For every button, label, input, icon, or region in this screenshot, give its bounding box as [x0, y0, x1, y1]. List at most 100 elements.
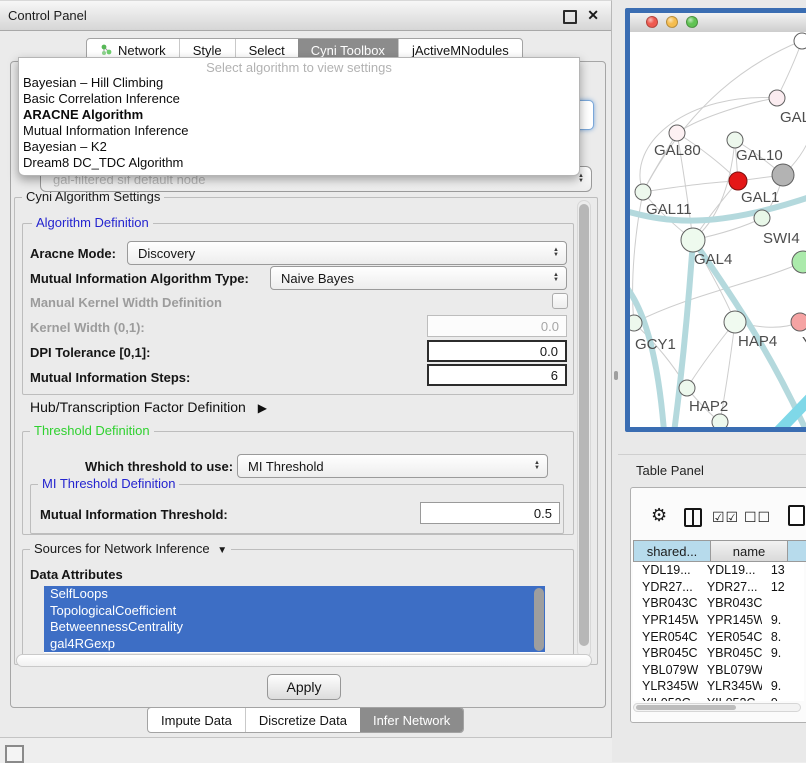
network-node-gal80[interactable] [669, 125, 685, 141]
network-node[interactable] [712, 414, 728, 427]
table-cell: YIL052C [633, 696, 698, 701]
table-cell: YDL19... [698, 563, 762, 577]
network-node[interactable] [792, 251, 806, 273]
panel-divider-handle[interactable] [614, 371, 618, 380]
mac-minimize-button[interactable] [666, 16, 678, 28]
dpi-tolerance-field[interactable]: 0.0 [427, 340, 567, 362]
network-node-gal10[interactable] [727, 132, 743, 148]
table-row[interactable]: YIL052CYIL052C9. [633, 695, 804, 701]
sources-group-title[interactable]: Sources for Network Inference ▼ [30, 541, 231, 556]
manual-kernel-label: Manual Kernel Width Definition [30, 295, 222, 310]
table-row[interactable]: YPR145WYPR145W9. [633, 612, 804, 629]
network-canvas[interactable]: GALGAL80GAL10GAL1GAL11SWI4GAL4GCY1HAP4YH… [630, 32, 806, 427]
table-body: YDL19...YDL19...13YDR27...YDR27...12YBR0… [633, 562, 804, 701]
hub-definition-label: Hub/Transcription Factor Definition [30, 399, 246, 415]
network-node[interactable] [794, 33, 806, 49]
table-cell: 8. [762, 630, 804, 644]
table-row[interactable]: YBL079WYBL079W [633, 662, 804, 679]
node-label-y: Y [802, 334, 806, 351]
settings-hscrollbar[interactable] [16, 654, 592, 667]
mi-threshold-label: Mutual Information Threshold: [40, 507, 228, 522]
mi-type-label: Mutual Information Algorithm Type: [30, 271, 249, 286]
data-attributes-list[interactable]: SelfLoopsTopologicalCoefficientBetweenne… [44, 586, 545, 653]
node-label-gal80: GAL80 [654, 142, 701, 159]
aracne-mode-combo[interactable]: Discovery ▲▼ [127, 241, 567, 265]
network-node-gal4[interactable] [681, 228, 705, 252]
node-label-hap4: HAP4 [738, 333, 777, 350]
settings-vscrollbar-thumb[interactable] [579, 204, 589, 646]
cyni-bottom-tabs: Impute Data Discretize Data Infer Network [147, 707, 464, 733]
attribute-item-topologicalcoefficient[interactable]: TopologicalCoefficient [44, 603, 545, 620]
node-label-gal10: GAL10 [736, 147, 783, 164]
table-cell: YBR043C [698, 596, 762, 610]
column-header-name[interactable]: name [711, 540, 788, 562]
table-cell: YBL079W [633, 663, 698, 677]
bottom-tab-discretize-data[interactable]: Discretize Data [245, 708, 360, 732]
algorithm-item-dream8-dc-tdc-algorithm[interactable]: Dream8 DC_TDC Algorithm [19, 155, 579, 171]
select-all-checkboxes-icon[interactable]: ☑☑ [712, 509, 739, 526]
network-node-y[interactable] [791, 313, 806, 331]
table-cell: YDL19... [633, 563, 698, 577]
column-layout-icon[interactable] [684, 508, 702, 527]
algorithm-item-basic-correlation-inference[interactable]: Basic Correlation Inference [19, 91, 579, 107]
bottom-tab-discretize-data-label: Discretize Data [259, 713, 347, 728]
which-threshold-combo[interactable]: MI Threshold ▲▼ [237, 454, 548, 478]
network-node-hap4[interactable] [724, 311, 746, 333]
table-row[interactable]: YDR27...YDR27...12 [633, 579, 804, 596]
table-row[interactable]: YBR045CYBR045C9. [633, 645, 804, 662]
mac-close-button[interactable] [646, 16, 658, 28]
attribute-item-selfloops[interactable]: SelfLoops [44, 586, 545, 603]
attributes-scrollbar[interactable] [534, 588, 544, 651]
kernel-width-field[interactable]: 0.0 [427, 315, 567, 337]
control-panel-titlebar: Control Panel ✕ [0, 1, 611, 31]
apply-button[interactable]: Apply [267, 674, 341, 700]
hub-definition-expander[interactable]: Hub/Transcription Factor Definition ▶ [30, 399, 267, 415]
mi-steps-label: Mutual Information Steps: [30, 370, 190, 385]
kernel-width-label: Kernel Width (0,1): [30, 320, 145, 335]
table-row[interactable]: YLR345WYLR345W9. [633, 678, 804, 695]
mac-zoom-button[interactable] [686, 16, 698, 28]
deselect-checkboxes-icon[interactable]: ☐☐ [744, 509, 771, 526]
table-cell: YBR043C [633, 596, 698, 610]
column-header-2[interactable] [788, 540, 806, 562]
table-cell: YIL052C [698, 696, 762, 701]
mi-threshold-field[interactable]: 0.5 [420, 502, 560, 524]
docked-panel-icon[interactable] [5, 745, 24, 763]
table-row[interactable]: YER054CYER054C8. [633, 628, 804, 645]
network-node-gcy1[interactable] [630, 315, 642, 331]
table-hscrollbar-thumb[interactable] [636, 705, 736, 710]
float-window-icon[interactable] [563, 10, 577, 24]
close-panel-icon[interactable]: ✕ [587, 7, 599, 24]
gear-icon[interactable]: ⚙ [651, 505, 667, 526]
which-threshold-label: Which threshold to use: [85, 459, 233, 474]
document-icon[interactable] [788, 505, 805, 526]
network-node-gal1[interactable] [729, 172, 747, 190]
attribute-item-betweennesscentrality[interactable]: BetweennessCentrality [44, 619, 545, 636]
table-cell: YBR045C [698, 646, 762, 660]
mi-type-combo[interactable]: Naive Bayes ▲▼ [270, 266, 567, 290]
column-header-shared[interactable]: shared... [633, 540, 711, 562]
node-label-gcy1: GCY1 [635, 336, 676, 353]
algorithm-selection-popup: Select algorithm to view settings Bayesi… [18, 57, 580, 176]
algorithm-item-mutual-information-inference[interactable]: Mutual Information Inference [19, 123, 579, 139]
combo-stepper-icon: ▲▼ [534, 461, 540, 471]
network-graph: GALGAL80GAL10GAL1GAL11SWI4GAL4GCY1HAP4YH… [630, 32, 806, 427]
bottom-tab-infer-network[interactable]: Infer Network [360, 708, 463, 732]
table-header: shared...name [633, 540, 806, 562]
table-row[interactable]: YDL19...YDL19...13 [633, 562, 804, 579]
network-node-gal[interactable] [769, 90, 785, 106]
table-row[interactable]: YBR043CYBR043C [633, 595, 804, 612]
mi-steps-field[interactable]: 6 [427, 364, 567, 386]
network-node-gal11[interactable] [635, 184, 651, 200]
network-node-swi4[interactable] [754, 210, 770, 226]
algorithm-item-bayesian-hill-climbing[interactable]: Bayesian – Hill Climbing [19, 75, 579, 91]
tab-select-label: Select [249, 43, 285, 58]
manual-kernel-checkbox[interactable] [552, 293, 568, 309]
network-node[interactable] [772, 164, 794, 186]
tab-style-label: Style [193, 43, 222, 58]
network-node-hap2[interactable] [679, 380, 695, 396]
algorithm-item-bayesian-k2[interactable]: Bayesian – K2 [19, 139, 579, 155]
bottom-tab-impute-data[interactable]: Impute Data [148, 708, 245, 732]
algorithm-item-aracne-algorithm[interactable]: ARACNE Algorithm [19, 107, 579, 123]
attribute-item-gal4rgexp[interactable]: gal4RGexp [44, 636, 545, 653]
